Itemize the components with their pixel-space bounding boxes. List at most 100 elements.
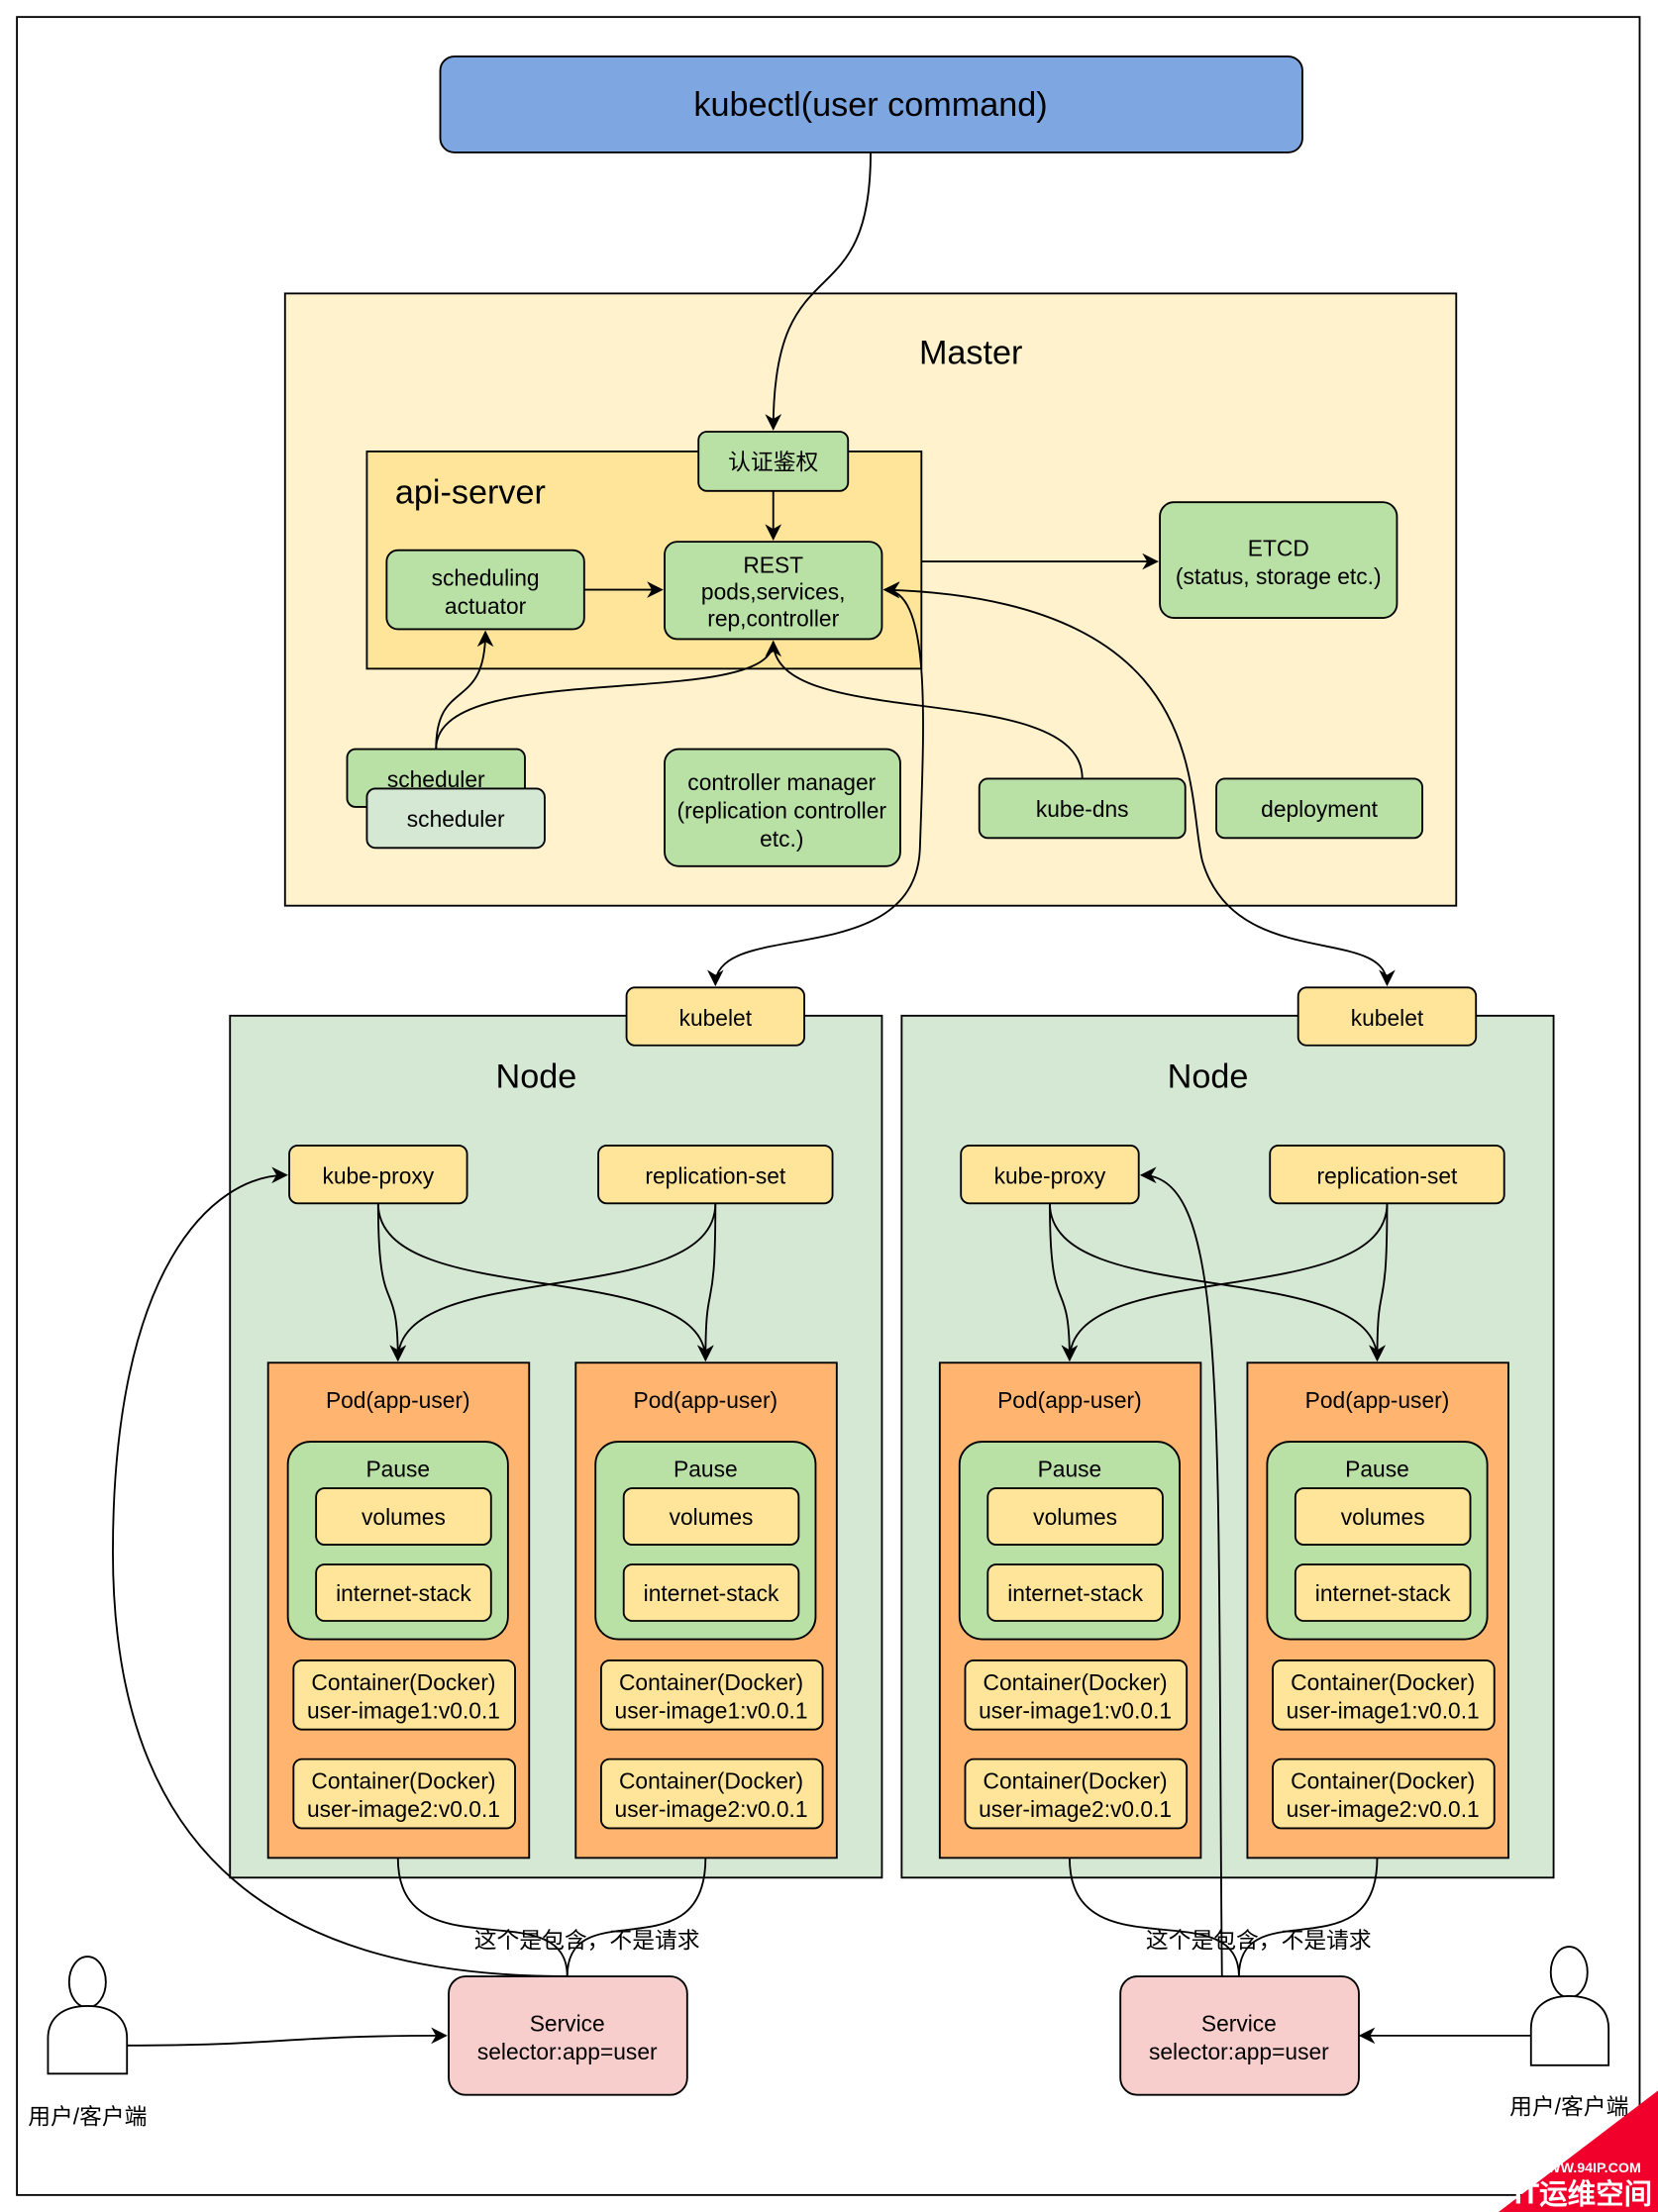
etcd-line: (status, storage etc.) [1176, 563, 1382, 589]
kubectl-label: kubectl(user command) [693, 86, 1047, 124]
scheduler-label: scheduler [407, 806, 505, 832]
kubelet-label: kubelet [1351, 1005, 1424, 1031]
person-icon [1549, 1946, 1589, 1999]
controller-manager-line: controller manager [687, 769, 876, 795]
volumes-label: volumes [362, 1504, 446, 1530]
volumes-label: volumes [670, 1504, 754, 1530]
node-title: Node [496, 1057, 577, 1095]
kube-proxy-box: kube-proxy [288, 1144, 468, 1205]
master-title: Master [919, 335, 1022, 372]
kube-dns-label: kube-dns [1036, 796, 1129, 822]
container-box: Container(Docker)user-image2:v0.0.1 [964, 1758, 1189, 1830]
internet-stack-box: internet-stack [622, 1563, 800, 1622]
container-line: Container(Docker) [1291, 1768, 1475, 1794]
internet-stack-label: internet-stack [1315, 1580, 1451, 1606]
internet-stack-label: internet-stack [644, 1580, 779, 1606]
service-line: selector:app=user [1149, 2039, 1329, 2064]
scheduler-front-box: scheduler [365, 787, 546, 850]
volumes-box: volumes [1294, 1487, 1472, 1547]
service-line: Service [530, 2011, 605, 2037]
container-line: Container(Docker) [311, 1669, 495, 1695]
pod-box: Pod(app-user) Pause volumes internet-stack C… [938, 1361, 1202, 1860]
deployment-box: deployment [1215, 777, 1424, 840]
container-line: user-image1:v0.0.1 [615, 1697, 808, 1723]
controller-manager-line: etc.) [760, 826, 803, 852]
containment-note: 这个是包含，不是请求 [474, 1928, 700, 1954]
auth-box: 认证鉴权 [697, 431, 850, 492]
pause-label: Pause [674, 1457, 738, 1482]
volumes-box: volumes [986, 1487, 1164, 1547]
service-box: Serviceselector:app=user [1119, 1975, 1360, 2096]
service-box: Serviceselector:app=user [448, 1975, 688, 2096]
pod-title: Pod(app-user) [634, 1387, 778, 1413]
service-line: selector:app=user [477, 2039, 658, 2064]
internet-stack-box: internet-stack [315, 1563, 492, 1622]
kubelet-box: kubelet [1296, 986, 1478, 1047]
kubernetes-architecture-diagram: kubectl(user command) Master api-server … [16, 16, 1658, 2212]
internet-stack-box: internet-stack [1294, 1563, 1472, 1622]
rest-line: pods,services, [701, 579, 846, 605]
rest-box: REST pods,services, rep,controller [664, 541, 883, 641]
pod-box: Pod(app-user) Pause volumes internet-stack C… [574, 1361, 838, 1860]
container-box: Container(Docker)user-image1:v0.0.1 [292, 1659, 516, 1731]
internet-stack-label: internet-stack [1007, 1580, 1143, 1606]
scheduling-actuator-line: actuator [445, 593, 527, 619]
container-line: Container(Docker) [984, 1768, 1168, 1794]
deployment-label: deployment [1261, 796, 1378, 822]
pod-title: Pod(app-user) [997, 1387, 1142, 1413]
pod-box: Pod(app-user) Pause volumes internet-stack C… [1246, 1361, 1509, 1860]
container-line: user-image2:v0.0.1 [307, 1796, 500, 1822]
container-line: user-image2:v0.0.1 [979, 1796, 1172, 1822]
scheduling-actuator-line: scheduling [432, 564, 540, 590]
pause-label: Pause [1345, 1457, 1409, 1482]
container-box: Container(Docker)user-image2:v0.0.1 [292, 1758, 516, 1830]
container-box: Container(Docker)user-image1:v0.0.1 [599, 1659, 824, 1731]
pause-label: Pause [365, 1457, 430, 1482]
watermark-name: IT运维空间 [1514, 2177, 1652, 2210]
container-box: Container(Docker)user-image2:v0.0.1 [1272, 1758, 1496, 1830]
scheduling-actuator-box: scheduling actuator [385, 549, 585, 631]
api-server-title: api-server [395, 474, 546, 512]
container-box: Container(Docker)user-image1:v0.0.1 [964, 1659, 1189, 1731]
kubelet-label: kubelet [679, 1005, 753, 1031]
container-line: user-image2:v0.0.1 [615, 1796, 808, 1822]
controller-manager-line: (replication controller [677, 797, 887, 823]
volumes-box: volumes [315, 1487, 492, 1547]
container-line: Container(Docker) [619, 1768, 803, 1794]
rest-line: rep,controller [707, 606, 839, 632]
controller-manager-box: controller manager (replication controll… [664, 748, 901, 867]
kubectl-box: kubectl(user command) [439, 55, 1303, 153]
container-line: Container(Docker) [984, 1669, 1168, 1695]
person-icon [67, 1956, 107, 2009]
container-box: Container(Docker)user-image2:v0.0.1 [599, 1758, 824, 1830]
watermark-url: WWW.94IP.COM [1534, 2161, 1641, 2176]
replication-set-label: replication-set [1317, 1162, 1458, 1188]
kube-proxy-label: kube-proxy [994, 1162, 1106, 1188]
kube-proxy-box: kube-proxy [960, 1144, 1140, 1205]
container-line: Container(Docker) [1291, 1669, 1475, 1695]
volumes-label: volumes [1341, 1504, 1425, 1530]
container-line: user-image1:v0.0.1 [979, 1697, 1172, 1723]
kube-proxy-label: kube-proxy [322, 1162, 434, 1188]
kube-dns-box: kube-dns [978, 777, 1187, 840]
etcd-line: ETCD [1248, 535, 1309, 560]
container-line: user-image1:v0.0.1 [307, 1697, 500, 1723]
node-title: Node [1168, 1057, 1249, 1095]
pod-box: Pod(app-user) Pause volumes internet-stack C… [266, 1361, 531, 1860]
container-line: user-image2:v0.0.1 [1287, 1796, 1480, 1822]
auth-label: 认证鉴权 [728, 449, 818, 474]
containment-note: 这个是包含，不是请求 [1146, 1928, 1372, 1954]
internet-stack-box: internet-stack [986, 1563, 1164, 1622]
service-line: Service [1201, 2011, 1277, 2037]
replication-set-box: replication-set [1269, 1144, 1505, 1205]
user-label: 用户/客户端 [1509, 2094, 1628, 2120]
pod-title: Pod(app-user) [1305, 1387, 1450, 1413]
pod-title: Pod(app-user) [326, 1387, 470, 1413]
container-line: Container(Docker) [311, 1768, 495, 1794]
volumes-label: volumes [1033, 1504, 1117, 1530]
container-box: Container(Docker)user-image1:v0.0.1 [1272, 1659, 1496, 1731]
replication-set-box: replication-set [597, 1144, 834, 1205]
user-label: 用户/客户端 [28, 2104, 147, 2130]
pause-label: Pause [1038, 1457, 1102, 1482]
rest-line: REST [743, 552, 803, 577]
